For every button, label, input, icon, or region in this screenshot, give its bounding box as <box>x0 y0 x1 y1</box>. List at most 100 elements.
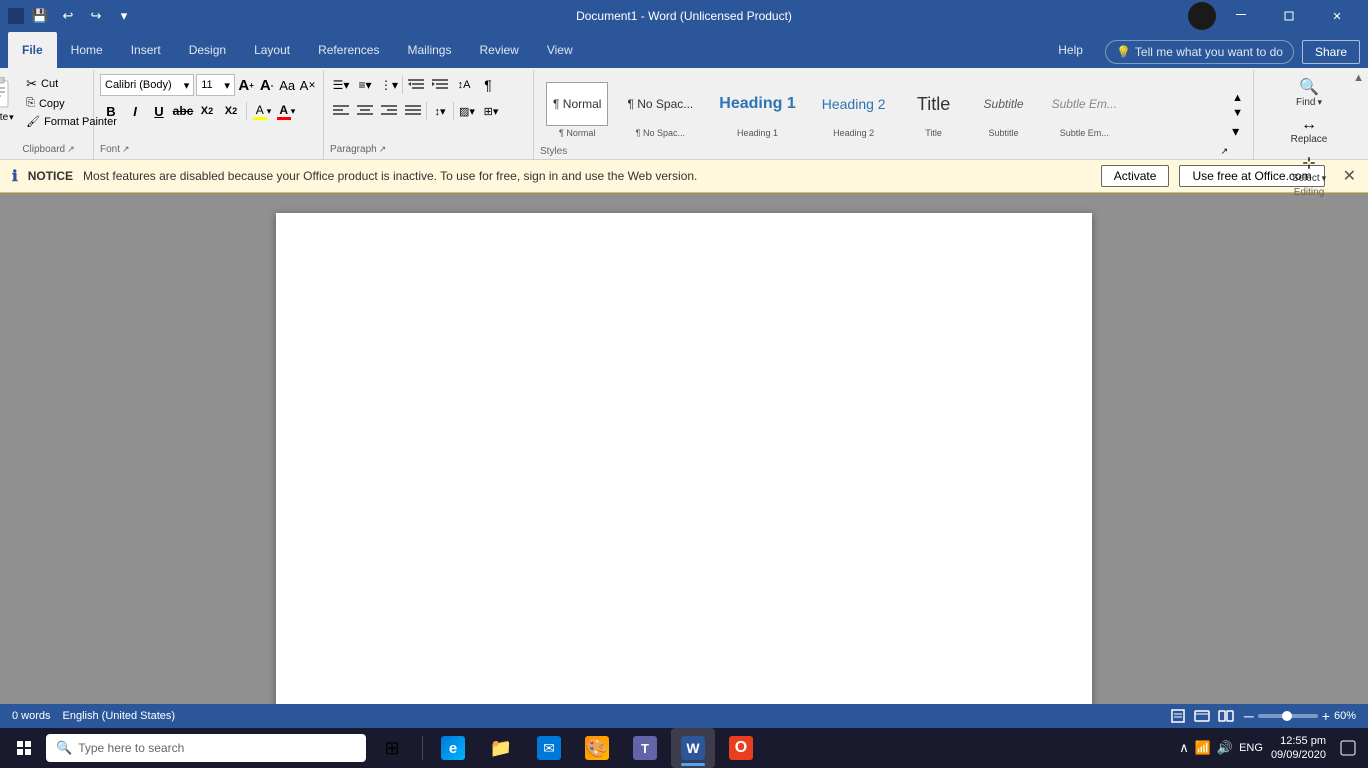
activate-button[interactable]: Activate <box>1101 165 1170 187</box>
network-icon[interactable]: 📶 <box>1195 740 1211 756</box>
taskbar-edge[interactable]: e <box>431 728 475 768</box>
line-spacing-button[interactable]: ↕▾ <box>429 100 451 122</box>
italic-button[interactable]: I <box>124 100 146 122</box>
taskbar-mail[interactable]: ✉ <box>527 728 571 768</box>
language-indicator[interactable]: ENG <box>1239 742 1263 754</box>
increase-indent-button[interactable] <box>429 74 451 96</box>
tab-references[interactable]: References <box>304 32 393 68</box>
style-title[interactable]: Title Title <box>899 79 969 141</box>
tab-home[interactable]: Home <box>57 32 117 68</box>
undo-button[interactable]: ↩ <box>56 4 80 28</box>
taskbar-office[interactable]: O <box>719 728 763 768</box>
read-mode-button[interactable] <box>1216 708 1236 724</box>
task-view-button[interactable]: ⊞ <box>370 728 414 768</box>
paste-button[interactable]: Paste ▾ <box>0 74 20 125</box>
taskbar-explorer[interactable]: 📁 <box>479 728 523 768</box>
paragraph-group: ☰▾ ≡▾ ⋮▾ ↕A ¶ <box>324 70 534 159</box>
paragraph-group-label: Paragraph ↗ <box>330 144 386 157</box>
tell-me-field[interactable]: 💡 Tell me what you want to do <box>1105 40 1294 64</box>
font-size-selector[interactable]: 11 ▾ <box>196 74 235 96</box>
tab-insert[interactable]: Insert <box>117 32 175 68</box>
subscript-button[interactable]: X2 <box>196 100 218 122</box>
style-subtitle[interactable]: Subtitle Subtitle <box>969 79 1039 141</box>
style-heading1[interactable]: Heading 1 Heading 1 <box>706 79 808 141</box>
multilevel-list-button[interactable]: ⋮▾ <box>378 74 400 96</box>
shrink-font-button[interactable]: A- <box>257 74 276 96</box>
align-center-button[interactable] <box>354 100 376 122</box>
styles-more-button[interactable]: ▾ <box>1230 121 1245 142</box>
show-marks-button[interactable]: ¶ <box>477 74 499 96</box>
superscript-button[interactable]: X2 <box>220 100 242 122</box>
taskbar-search-bar[interactable]: 🔍 Type here to search <box>46 734 366 762</box>
zoom-slider[interactable] <box>1258 714 1318 718</box>
paragraph-expand-icon[interactable]: ↗ <box>379 144 387 155</box>
align-right-button[interactable] <box>378 100 400 122</box>
collapse-ribbon-button[interactable]: ▲ <box>1353 72 1364 84</box>
notification-button[interactable] <box>1334 734 1362 762</box>
styles-expand-icon[interactable]: ↗ <box>1221 146 1229 157</box>
web-layout-button[interactable] <box>1192 708 1212 724</box>
taskbar-teams[interactable]: T <box>623 728 667 768</box>
shading-button[interactable]: ▨▾ <box>456 100 478 122</box>
notice-close-button[interactable]: ✕ <box>1343 166 1356 186</box>
font-family-selector[interactable]: Calibri (Body) ▾ <box>100 74 194 96</box>
font-color-button[interactable]: A ▾ <box>275 100 297 122</box>
sort-button[interactable]: ↕A <box>453 74 475 96</box>
copy-label: Copy <box>39 98 65 110</box>
select-button[interactable]: ⊹ Select ▾ <box>1284 150 1334 187</box>
bold-button[interactable]: B <box>100 100 122 122</box>
tab-view[interactable]: View <box>533 32 587 68</box>
align-left-button[interactable] <box>330 100 352 122</box>
share-button[interactable]: Share <box>1302 40 1360 64</box>
maximize-window-button[interactable] <box>1218 0 1264 32</box>
account-section[interactable] <box>1188 2 1216 30</box>
clipboard-expand-icon[interactable]: ↗ <box>67 144 75 155</box>
zoom-in-button[interactable]: + <box>1322 708 1330 724</box>
find-button[interactable]: 🔍 Find ▾ <box>1284 74 1334 111</box>
decrease-indent-button[interactable] <box>405 74 427 96</box>
tab-design[interactable]: Design <box>175 32 240 68</box>
style-heading2[interactable]: Heading 2 Heading 2 <box>809 79 899 141</box>
change-case-button[interactable]: Aa <box>278 74 297 96</box>
volume-icon[interactable]: 🔊 <box>1217 740 1233 756</box>
start-button[interactable] <box>6 730 42 766</box>
save-button[interactable]: 💾 <box>28 4 52 28</box>
print-layout-button[interactable] <box>1168 708 1188 724</box>
tab-layout[interactable]: Layout <box>240 32 304 68</box>
find-label: Find <box>1296 97 1315 108</box>
ribbon: Paste ▾ ✂ Cut ⎘ Copy 🖌 Format Painter <box>0 68 1368 160</box>
strikethrough-button[interactable]: abc <box>172 100 194 122</box>
tab-help[interactable]: Help <box>1044 32 1097 68</box>
tray-arrow[interactable]: ∧ <box>1179 740 1189 756</box>
customize-qat-button[interactable]: ▾ <box>112 4 136 28</box>
justify-button[interactable] <box>402 100 424 122</box>
word-logo-icon <box>8 8 24 24</box>
tab-mailings[interactable]: Mailings <box>393 32 465 68</box>
grow-font-button[interactable]: A+ <box>237 74 256 96</box>
clear-formatting-button[interactable]: A✕ <box>298 74 317 96</box>
text-highlight-color-button[interactable]: A ▾ <box>251 100 273 122</box>
notice-label: NOTICE <box>28 169 73 183</box>
styles-scroll-up[interactable]: ▲ <box>1230 91 1245 106</box>
close-window-button[interactable]: ✕ <box>1314 0 1360 32</box>
style-no-spacing[interactable]: ¶ No Spac... ¶ No Spac... <box>614 79 706 141</box>
styles-scroll-down[interactable]: ▼ <box>1230 106 1245 121</box>
zoom-out-button[interactable]: ─ <box>1244 708 1254 724</box>
taskbar-paint[interactable]: 🎨 <box>575 728 619 768</box>
document-page[interactable] <box>276 213 1092 704</box>
numbering-button[interactable]: ≡▾ <box>354 74 376 96</box>
borders-button[interactable]: ⊞▾ <box>480 100 502 122</box>
bullets-button[interactable]: ☰▾ <box>330 74 352 96</box>
underline-button[interactable]: U <box>148 100 170 122</box>
tab-file[interactable]: File <box>8 32 57 68</box>
replace-button[interactable]: ↔ Replace <box>1284 113 1334 148</box>
tab-review[interactable]: Review <box>465 32 532 68</box>
style-subtle-emphasis[interactable]: Subtle Em... Subtle Em... <box>1039 79 1130 141</box>
font-expand-icon[interactable]: ↗ <box>122 144 130 155</box>
system-tray: ∧ 📶 🔊 ENG 12:55 pm 09/09/2020 <box>1179 734 1362 763</box>
clock[interactable]: 12:55 pm 09/09/2020 <box>1271 734 1326 763</box>
restore-window-button[interactable] <box>1266 0 1312 32</box>
redo-button[interactable]: ↪ <box>84 4 108 28</box>
style-normal[interactable]: ¶ Normal ¶ Normal <box>540 79 614 141</box>
taskbar-word[interactable]: W <box>671 728 715 768</box>
